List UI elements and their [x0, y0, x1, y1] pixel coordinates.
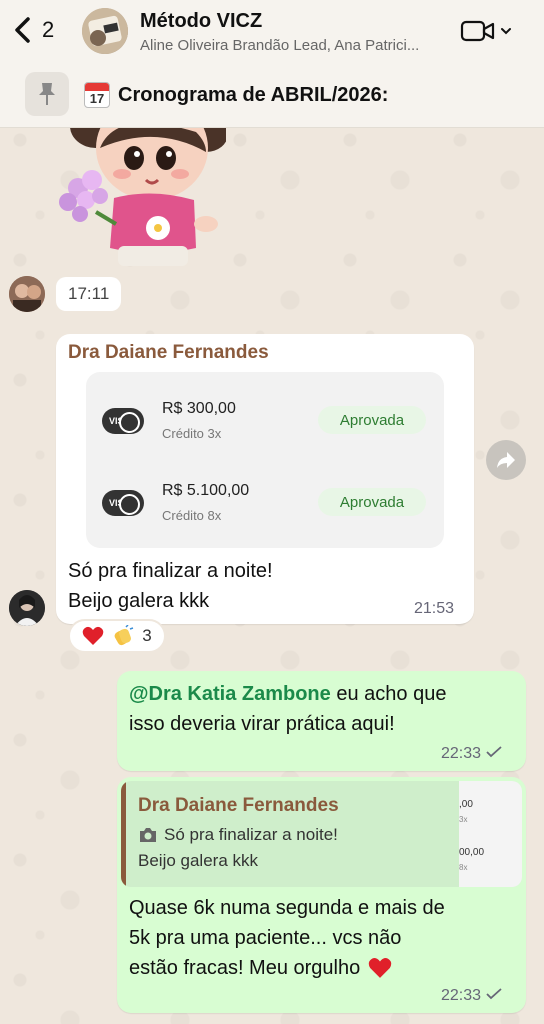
payment-row: VISA R$ 5.100,00 Crédito 8x Aprovada — [86, 468, 444, 540]
payment-status-badge: Aprovada — [318, 488, 426, 516]
clap-icon — [114, 625, 134, 646]
back-chevron-icon — [15, 17, 30, 43]
calendar-icon: 17 — [84, 82, 110, 108]
sender-avatar[interactable] — [9, 276, 45, 312]
back-button[interactable]: 2 — [12, 12, 54, 48]
message-text-line: Quase 6k numa segunda e mais de — [129, 897, 445, 919]
payment-amount: R$ 300,00 — [162, 400, 236, 417]
message-status: 22:33 — [441, 987, 503, 1005]
visa-card-icon: VISA — [102, 490, 144, 516]
message-time: 21:53 — [414, 600, 455, 617]
sender-name[interactable]: Dra Daiane Fernandes — [68, 342, 269, 364]
message-text-line: isso deveria virar prática aqui! — [129, 713, 395, 735]
quoted-thumbnail: ,00 3x 00,00 8x — [459, 781, 522, 887]
quote-bar — [121, 781, 126, 887]
incoming-message-bubble[interactable]: Dra Daiane Fernandes VISA R$ 300,00 Créd… — [56, 334, 474, 624]
payment-detail: Crédito 3x — [162, 426, 222, 441]
group-title: Método VICZ — [140, 10, 263, 32]
message-text: eu acho que — [330, 683, 447, 705]
reaction-count: 3 — [142, 626, 152, 645]
message-status: 22:33 — [441, 745, 503, 763]
group-avatar-image — [82, 8, 128, 54]
girl-sticker-illustration — [59, 96, 228, 266]
heart-icon — [369, 958, 392, 978]
message-text-line: Só pra finalizar a noite! — [68, 560, 273, 582]
message-reactions[interactable]: 3 — [68, 619, 166, 653]
group-members: Aline Oliveira Brandão Lead, Ana Patrici… — [140, 37, 420, 54]
message-time: 22:33 — [441, 745, 482, 762]
unread-count: 2 — [42, 17, 55, 42]
message-text-line: Beijo galera kkk — [68, 590, 210, 612]
check-icon — [486, 746, 502, 758]
avatar-image — [9, 590, 45, 626]
quoted-message[interactable]: Dra Daiane Fernandes Só pra finalizar a … — [121, 781, 522, 887]
message-text-line: @Dra Katia Zambone eu acho que — [129, 679, 446, 709]
message-text-line: 5k pra uma paciente... vcs não — [129, 927, 402, 949]
outgoing-message-bubble[interactable]: @Dra Katia Zambone eu acho que isso deve… — [117, 671, 526, 771]
payment-amount: R$ 5.100,00 — [162, 482, 250, 499]
video-call-icon — [460, 20, 495, 42]
pinned-text: 17 Cronograma de ABRIL/2026: — [84, 82, 388, 108]
quoted-text-line: Beijo galera kkk — [138, 851, 259, 870]
payment-status-badge: Aprovada — [318, 406, 426, 434]
outgoing-reply-bubble[interactable]: Dra Daiane Fernandes Só pra finalizar a … — [117, 777, 526, 1013]
visa-card-icon: VISA — [102, 408, 144, 434]
check-icon — [486, 988, 502, 1000]
payment-screenshot[interactable]: VISA R$ 300,00 Crédito 3x Aprovada VISA … — [86, 372, 444, 548]
payment-detail: Crédito 8x — [162, 508, 222, 523]
mention-link[interactable]: @Dra Katia Zambone — [129, 683, 331, 705]
sender-avatar[interactable] — [9, 590, 45, 626]
sticker-timestamp: 17:11 — [56, 277, 122, 311]
chat-info[interactable]: Método VICZ Aline Oliveira Brandão Lead,… — [140, 10, 450, 54]
message-time: 22:33 — [441, 987, 482, 1004]
quoted-sender: Dra Daiane Fernandes — [138, 795, 339, 816]
heart-icon — [82, 626, 104, 645]
sticker-image[interactable] — [56, 96, 228, 278]
pinned-message-bar[interactable]: 17 Cronograma de ABRIL/2026: — [0, 64, 544, 128]
payment-row: VISA R$ 300,00 Crédito 3x Aprovada — [86, 386, 444, 458]
pinned-label: Cronograma de ABRIL/2026: — [118, 83, 389, 106]
quoted-text-line: Só pra finalizar a noite! — [138, 825, 338, 845]
video-call-button[interactable] — [460, 16, 516, 46]
camera-icon — [140, 828, 156, 842]
chat-header: 2 Método VICZ Aline Oliveira Brandão Lea… — [0, 0, 544, 128]
forward-icon — [497, 452, 515, 468]
pin-icon — [39, 83, 55, 105]
group-avatar[interactable] — [82, 8, 128, 54]
message-text-line: estão fracas! Meu orgulho — [129, 953, 392, 983]
chevron-down-icon — [501, 28, 511, 35]
avatar-image — [9, 276, 45, 312]
pin-button[interactable] — [25, 72, 69, 116]
forward-button[interactable] — [486, 440, 526, 480]
